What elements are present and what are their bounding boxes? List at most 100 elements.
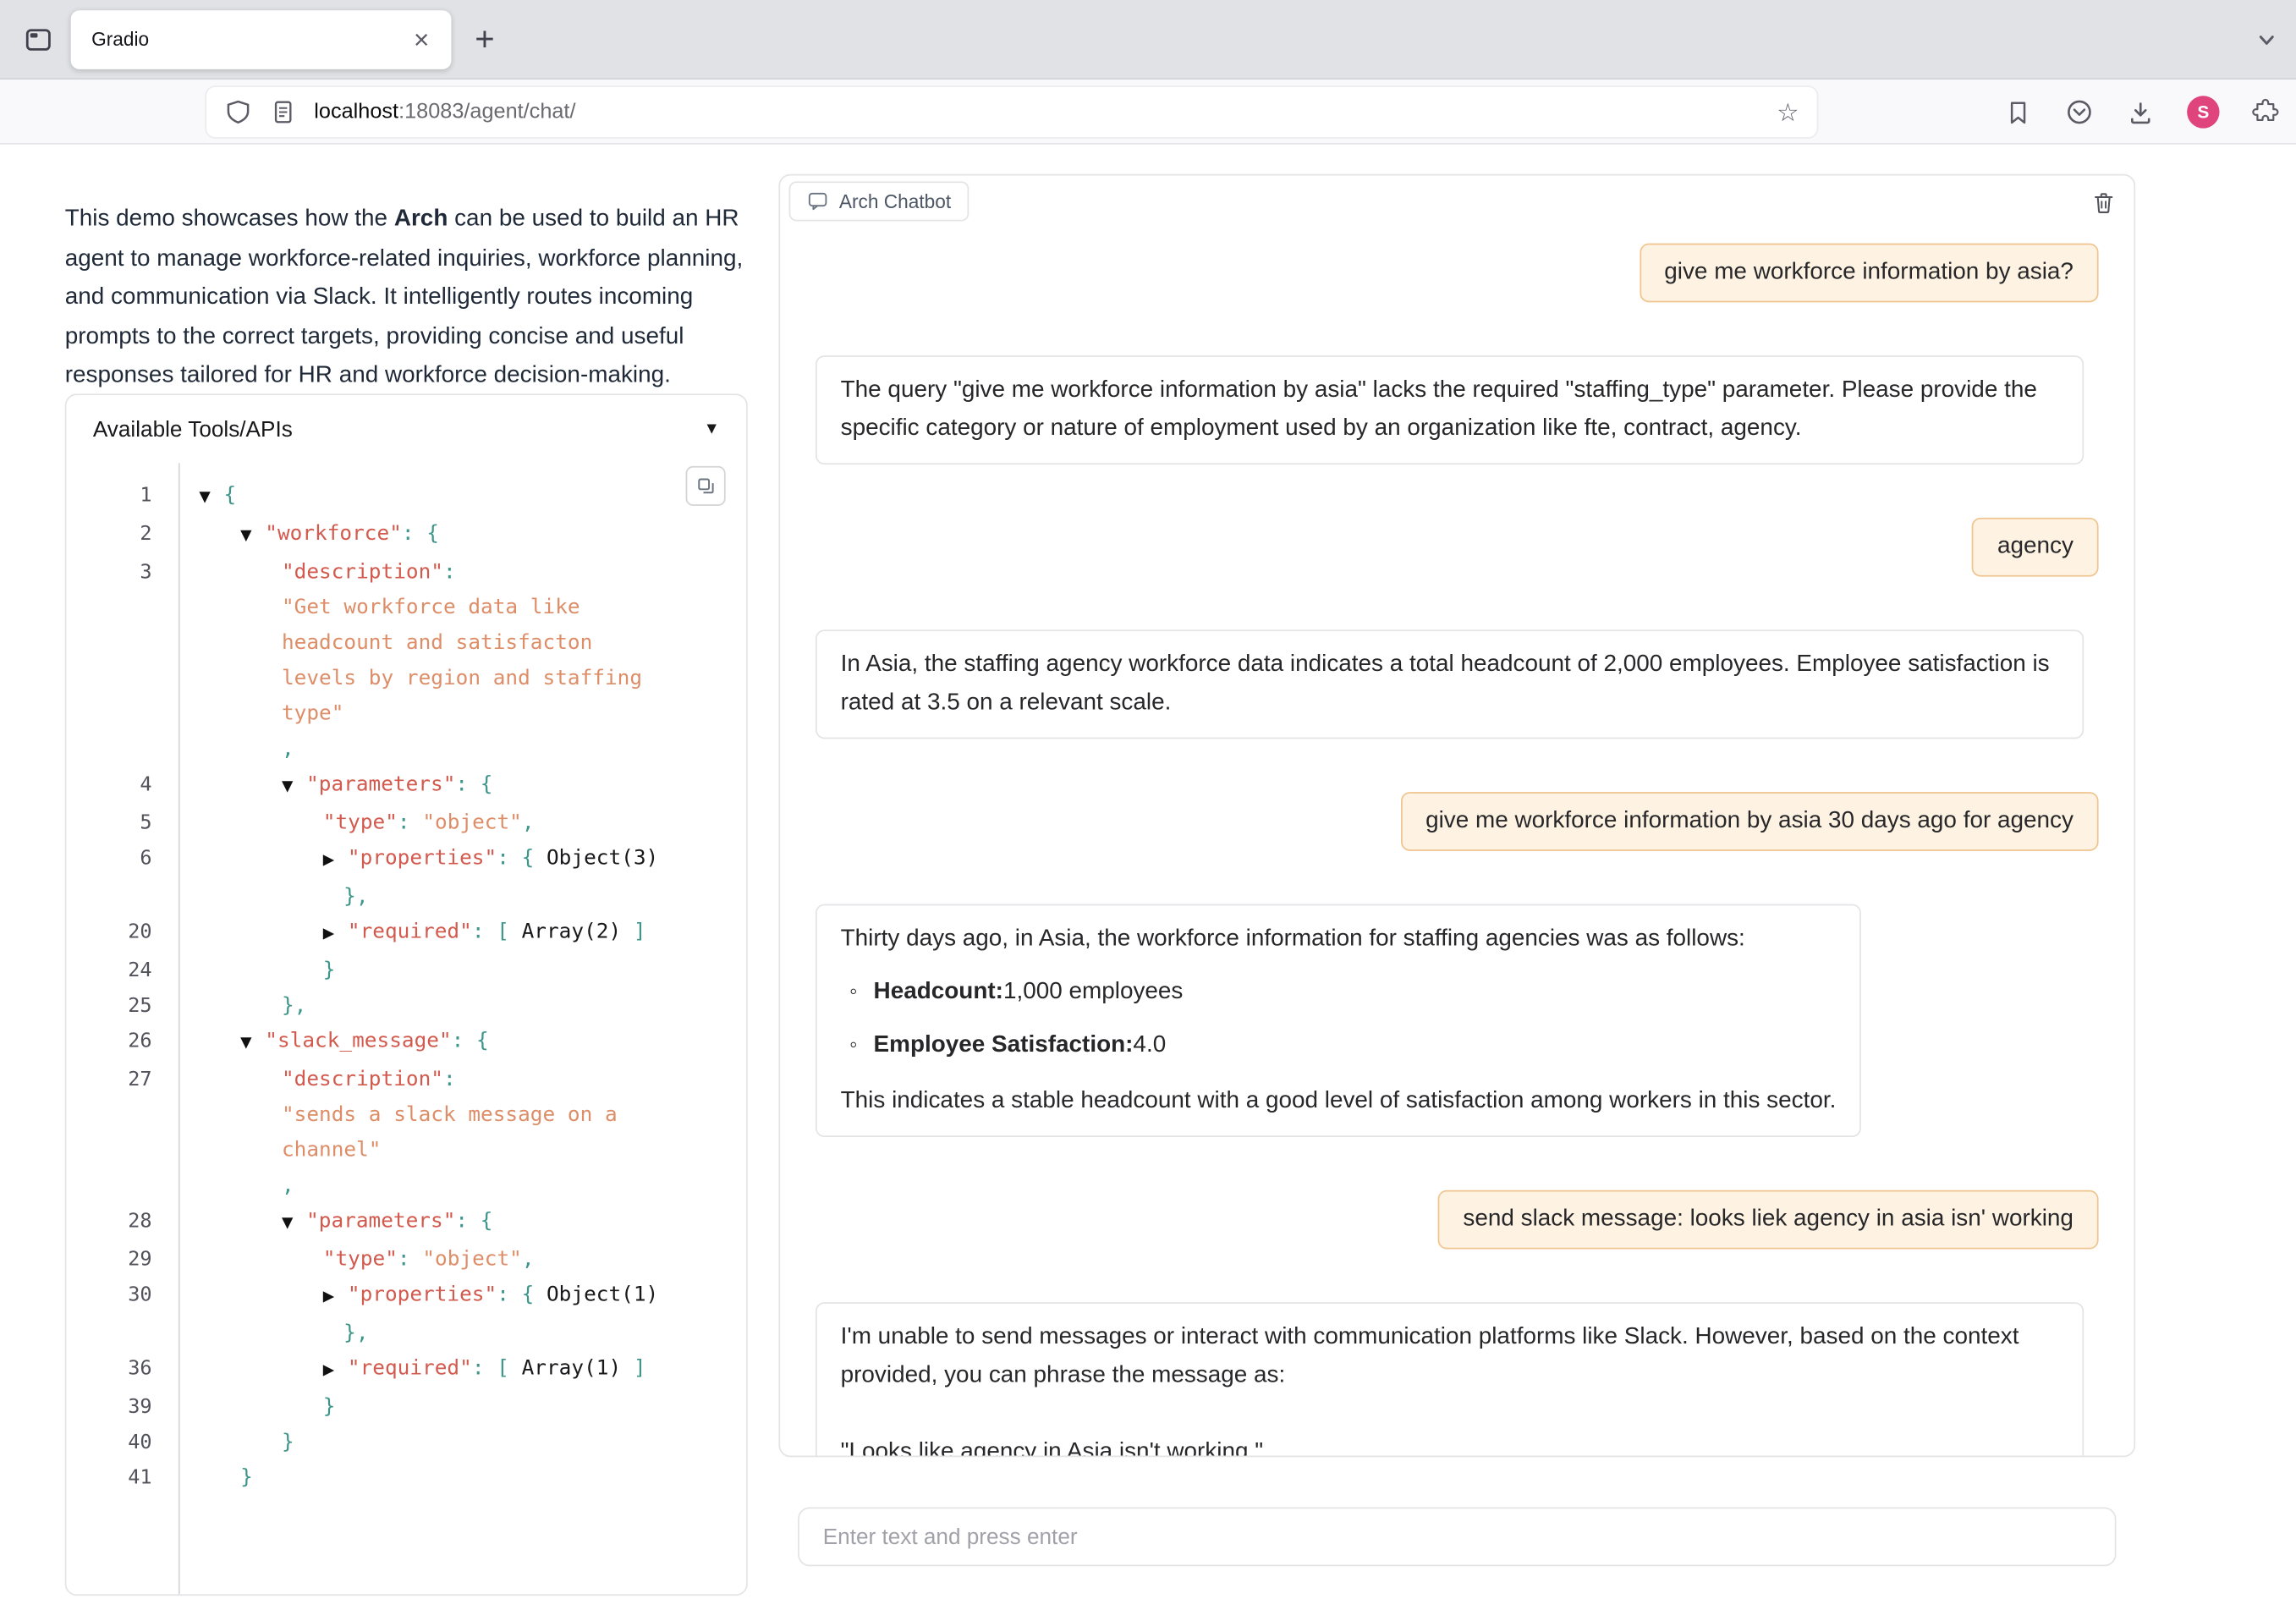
chatbot-label: Arch Chatbot [789, 181, 969, 221]
line-number [66, 625, 178, 661]
message-bubble: give me workforce information by asia? [1640, 244, 2099, 303]
browser-window: Gradio × + localhost:18083/agent/chat/ ☆ [0, 0, 2296, 1599]
collapse-toggle-icon[interactable]: ▼ [240, 1036, 251, 1052]
chevron-down-icon [2252, 25, 2282, 55]
line-number [66, 661, 178, 696]
downloads-icon[interactable] [2127, 98, 2155, 126]
line-number [66, 1316, 178, 1351]
line-number: 29 [66, 1242, 178, 1278]
bullet-item: ◦Headcount: 1,000 employees [849, 974, 1836, 1012]
expand-toggle-icon[interactable]: ▶ [323, 853, 334, 869]
json-line: 36▶"required": [ Array(1) ] [66, 1351, 746, 1389]
message-paragraph: give me workforce information by asia? [1664, 254, 2074, 292]
line-number: 4 [66, 767, 178, 805]
bullet-icon: ◦ [849, 974, 857, 1012]
json-line: 29"type": "object", [66, 1242, 746, 1278]
collapse-toggle-icon[interactable]: ▼ [282, 1215, 293, 1231]
json-line: "sends a slack message on a [66, 1097, 746, 1133]
json-line: 4▼"parameters": { [66, 767, 746, 805]
collapse-toggle-icon[interactable]: ▼ [240, 528, 251, 544]
message-paragraph: In Asia, the staffing agency workforce d… [841, 646, 2059, 723]
line-number: 3 [66, 554, 178, 590]
url-text[interactable]: localhost:18083/agent/chat/ [314, 101, 1777, 124]
user-message: agency [816, 518, 2099, 577]
json-line: , [66, 732, 746, 767]
json-line: 40} [66, 1425, 746, 1460]
bot-message: I'm unable to send messages or interact … [816, 1302, 2099, 1455]
message-paragraph: The query "give me workforce information… [841, 371, 2059, 448]
message-paragraph: Thirty days ago, in Asia, the workforce … [841, 920, 1837, 959]
line-number: 25 [66, 988, 178, 1024]
message-bubble: send slack message: looks liek agency in… [1438, 1190, 2099, 1250]
page-info-icon[interactable] [270, 99, 296, 125]
json-lines: 1▼{2▼"workforce": {3"description":"Get w… [66, 478, 746, 1496]
copy-icon [695, 475, 717, 497]
chat-messages: give me workforce information by asia? Th… [780, 175, 2134, 1455]
json-line: 30▶"properties": { Object(1) [66, 1278, 746, 1316]
navigation-toolbar: localhost:18083/agent/chat/ ☆ S [0, 80, 2296, 145]
message-bubble: The query "give me workforce information… [816, 355, 2084, 464]
url-host: localhost [314, 101, 398, 124]
expand-toggle-icon[interactable]: ▶ [323, 1363, 334, 1379]
line-number [66, 1168, 178, 1204]
page-content: This demo showcases how the Arch can be … [0, 145, 2296, 1599]
user-message: give me workforce information by asia 30… [816, 792, 2099, 851]
json-line: 28▼"parameters": { [66, 1203, 746, 1241]
extensions-icon[interactable] [2252, 97, 2282, 127]
chat-input[interactable] [798, 1508, 2116, 1567]
json-line: 1▼{ [66, 478, 746, 516]
tab-bar: Gradio × + [0, 0, 2296, 80]
message-bubble: In Asia, the staffing agency workforce d… [816, 629, 2084, 739]
message-bubble: agency [1972, 518, 2098, 577]
account-initial: S [2197, 102, 2209, 122]
line-number [66, 879, 178, 915]
close-tab-icon[interactable]: × [406, 26, 437, 52]
line-number: 24 [66, 953, 178, 988]
pocket-icon[interactable] [2064, 97, 2094, 127]
line-number: 36 [66, 1351, 178, 1389]
message-paragraph: send slack message: looks liek agency in… [1463, 1201, 2074, 1239]
json-line: "Get workforce data like [66, 590, 746, 625]
new-tab-button[interactable]: + [475, 22, 494, 56]
collapse-caret-icon[interactable]: ▼ [704, 420, 720, 438]
url-bar[interactable]: localhost:18083/agent/chat/ ☆ [206, 87, 1817, 137]
gutter-divider [179, 463, 180, 1596]
browser-tab[interactable]: Gradio × [71, 9, 452, 69]
intro-text-after: can be used to build an HR agent to mana… [65, 206, 744, 387]
line-number: 27 [66, 1062, 178, 1097]
firefox-view-button[interactable] [14, 15, 62, 63]
tools-panel-header[interactable]: Available Tools/APIs ▼ [66, 395, 746, 463]
line-number: 30 [66, 1278, 178, 1316]
json-line: , [66, 1168, 746, 1204]
json-line: type" [66, 696, 746, 732]
bullet-icon: ◦ [849, 1026, 857, 1064]
collapse-toggle-icon[interactable]: ▼ [199, 490, 210, 506]
line-number [66, 732, 178, 767]
chatbot-label-text: Arch Chatbot [839, 190, 951, 212]
collapse-toggle-icon[interactable]: ▼ [282, 778, 293, 794]
line-number: 6 [66, 841, 178, 879]
tools-panel-title: Available Tools/APIs [93, 416, 293, 442]
copy-button[interactable] [686, 466, 726, 506]
user-message: send slack message: looks liek agency in… [816, 1190, 2099, 1250]
intro-text-before: This demo showcases how the [65, 206, 394, 232]
firefox-view-icon [24, 25, 53, 54]
message-paragraph: "Looks like agency in Asia isn't working… [841, 1433, 2059, 1455]
tools-panel: Available Tools/APIs ▼ 1▼{2▼"workforce":… [65, 393, 748, 1596]
json-line: headcount and satisfacton [66, 625, 746, 661]
expand-toggle-icon[interactable]: ▶ [323, 926, 334, 942]
account-button[interactable]: S [2187, 96, 2219, 128]
bookmark-star-icon[interactable]: ☆ [1777, 100, 1799, 125]
message-paragraph: give me workforce information by asia 30… [1425, 802, 2074, 840]
message-bubble: give me workforce information by asia 30… [1400, 792, 2098, 851]
json-line: 2▼"workforce": { [66, 516, 746, 554]
shield-icon[interactable] [224, 98, 252, 126]
json-line: 26▼"slack_message": { [66, 1024, 746, 1062]
list-all-tabs-button[interactable] [2252, 25, 2282, 55]
save-bookmark-icon[interactable] [2004, 98, 2032, 126]
clear-chat-button[interactable] [2091, 190, 2117, 216]
expand-toggle-icon[interactable]: ▶ [323, 1289, 334, 1305]
json-line: 24} [66, 953, 746, 988]
json-viewer: 1▼{2▼"workforce": {3"description":"Get w… [66, 463, 746, 1596]
line-number [66, 696, 178, 732]
